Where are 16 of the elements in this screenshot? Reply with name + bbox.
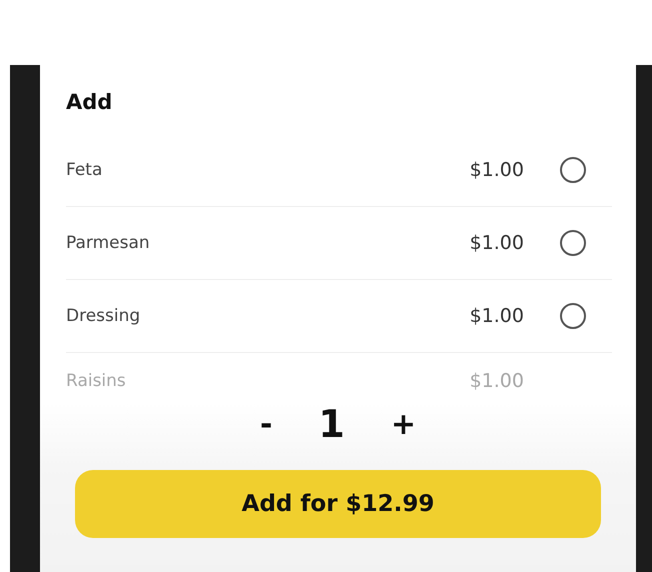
option-price: $1.00	[470, 232, 524, 254]
option-price: $1.00	[470, 370, 524, 392]
option-price: $1.00	[470, 305, 524, 327]
option-price: $1.00	[470, 159, 524, 181]
radio-button[interactable]	[560, 157, 586, 183]
decrement-button[interactable]: -	[254, 406, 278, 442]
option-name: Parmesan	[66, 233, 151, 253]
option-name: Raisins	[66, 371, 127, 391]
option-name: Dressing	[66, 306, 142, 326]
section-title: Add	[66, 90, 114, 116]
option-name: Feta	[66, 160, 104, 180]
quantity-value: 1	[318, 402, 345, 446]
radio-button[interactable]	[560, 230, 586, 256]
radio-button[interactable]	[560, 303, 586, 329]
increment-button[interactable]: +	[384, 406, 422, 442]
add-to-order-button[interactable]: Add for $12.99	[75, 470, 601, 538]
